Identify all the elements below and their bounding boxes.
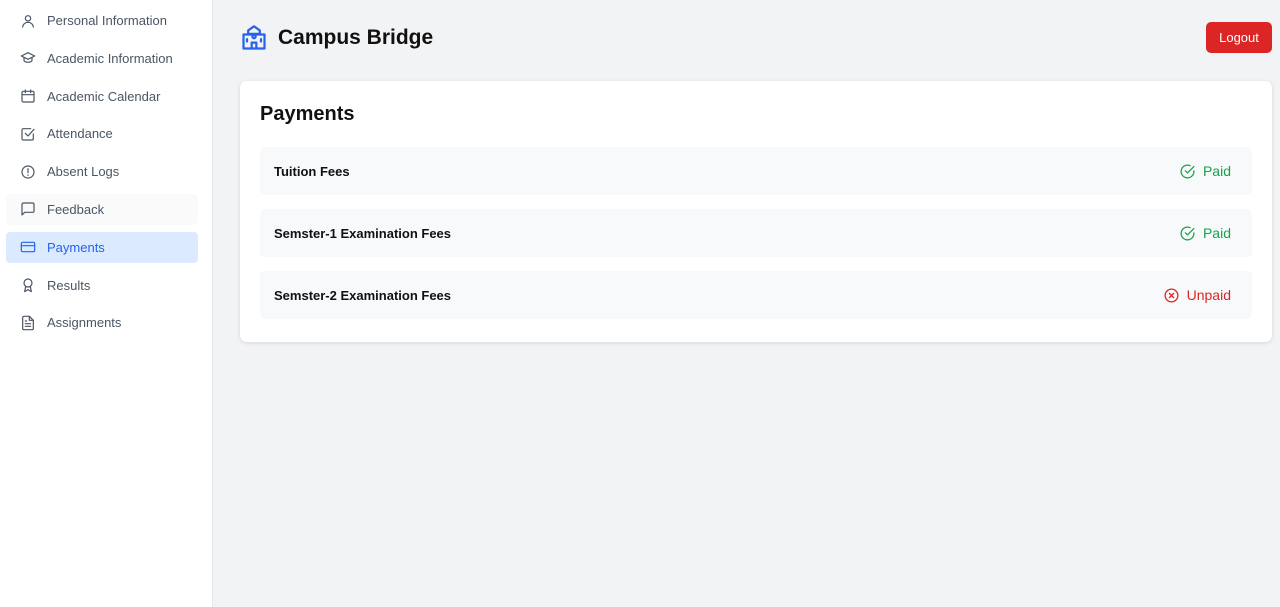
sidebar-item-personal-information[interactable]: Personal Information (6, 5, 198, 36)
file-text-icon (20, 315, 36, 331)
sidebar-item-label: Results (47, 277, 91, 293)
school-icon (240, 24, 268, 52)
sidebar-item-label: Payments (47, 239, 105, 255)
sidebar-item-academic-calendar[interactable]: Academic Calendar (6, 81, 198, 112)
main-content: Campus Bridge Logout Payments Tuition Fe… (213, 0, 1280, 607)
status-badge: Paid (1179, 163, 1231, 180)
sidebar-item-academic-information[interactable]: Academic Information (6, 43, 198, 74)
status-text: Paid (1202, 163, 1231, 179)
sidebar-item-label: Academic Information (47, 50, 173, 66)
status-text: Unpaid (1186, 287, 1231, 303)
graduation-cap-icon (20, 50, 36, 66)
sidebar-item-label: Feedback (47, 201, 105, 217)
user-icon (20, 13, 36, 29)
status-badge: Unpaid (1163, 287, 1231, 304)
check-circle-icon (1179, 163, 1196, 180)
payment-name: Semster-2 Examination Fees (274, 287, 452, 303)
sidebar-item-label: Absent Logs (47, 164, 120, 180)
app-header: Campus Bridge (240, 24, 433, 52)
alert-circle-icon (20, 164, 36, 180)
sidebar: Personal Information Academic Informatio… (0, 0, 213, 607)
sidebar-item-assignments[interactable]: Assignments (6, 307, 198, 338)
message-square-icon (20, 201, 36, 217)
app-title: Campus Bridge (278, 26, 434, 49)
credit-card-icon (20, 239, 36, 255)
page-title: Payments (260, 103, 355, 125)
app-root: Personal Information Academic Informatio… (0, 0, 1280, 607)
calendar-icon (20, 88, 36, 104)
sidebar-item-absent-logs[interactable]: Absent Logs (6, 156, 198, 187)
payment-row: Semster-2 Examination Fees Unpaid (260, 271, 1252, 319)
sidebar-item-label: Personal Information (47, 13, 167, 28)
payment-name: Semster-1 Examination Fees (274, 225, 452, 241)
payment-row: Tuition Fees Paid (260, 147, 1252, 195)
checkbox-icon (20, 126, 36, 142)
logout-button[interactable]: Logout (1206, 22, 1272, 53)
payments-card: Payments Tuition Fees Paid Semster-1 Exa… (240, 81, 1272, 342)
status-text: Paid (1202, 225, 1231, 241)
sidebar-item-label: Attendance (47, 126, 113, 142)
sidebar-item-label: Academic Calendar (47, 88, 161, 104)
award-icon (20, 277, 36, 293)
sidebar-item-results[interactable]: Results (6, 270, 198, 301)
sidebar-item-payments[interactable]: Payments (6, 231, 198, 263)
check-circle-icon (1179, 225, 1196, 242)
sidebar-item-attendance[interactable]: Attendance (6, 118, 198, 149)
sidebar-item-feedback[interactable]: Feedback (6, 193, 198, 225)
payment-row: Semster-1 Examination Fees Paid (260, 209, 1252, 257)
status-badge: Paid (1179, 225, 1231, 242)
sidebar-item-label: Assignments (47, 315, 122, 331)
x-circle-icon (1163, 287, 1180, 304)
payment-name: Tuition Fees (274, 163, 350, 179)
